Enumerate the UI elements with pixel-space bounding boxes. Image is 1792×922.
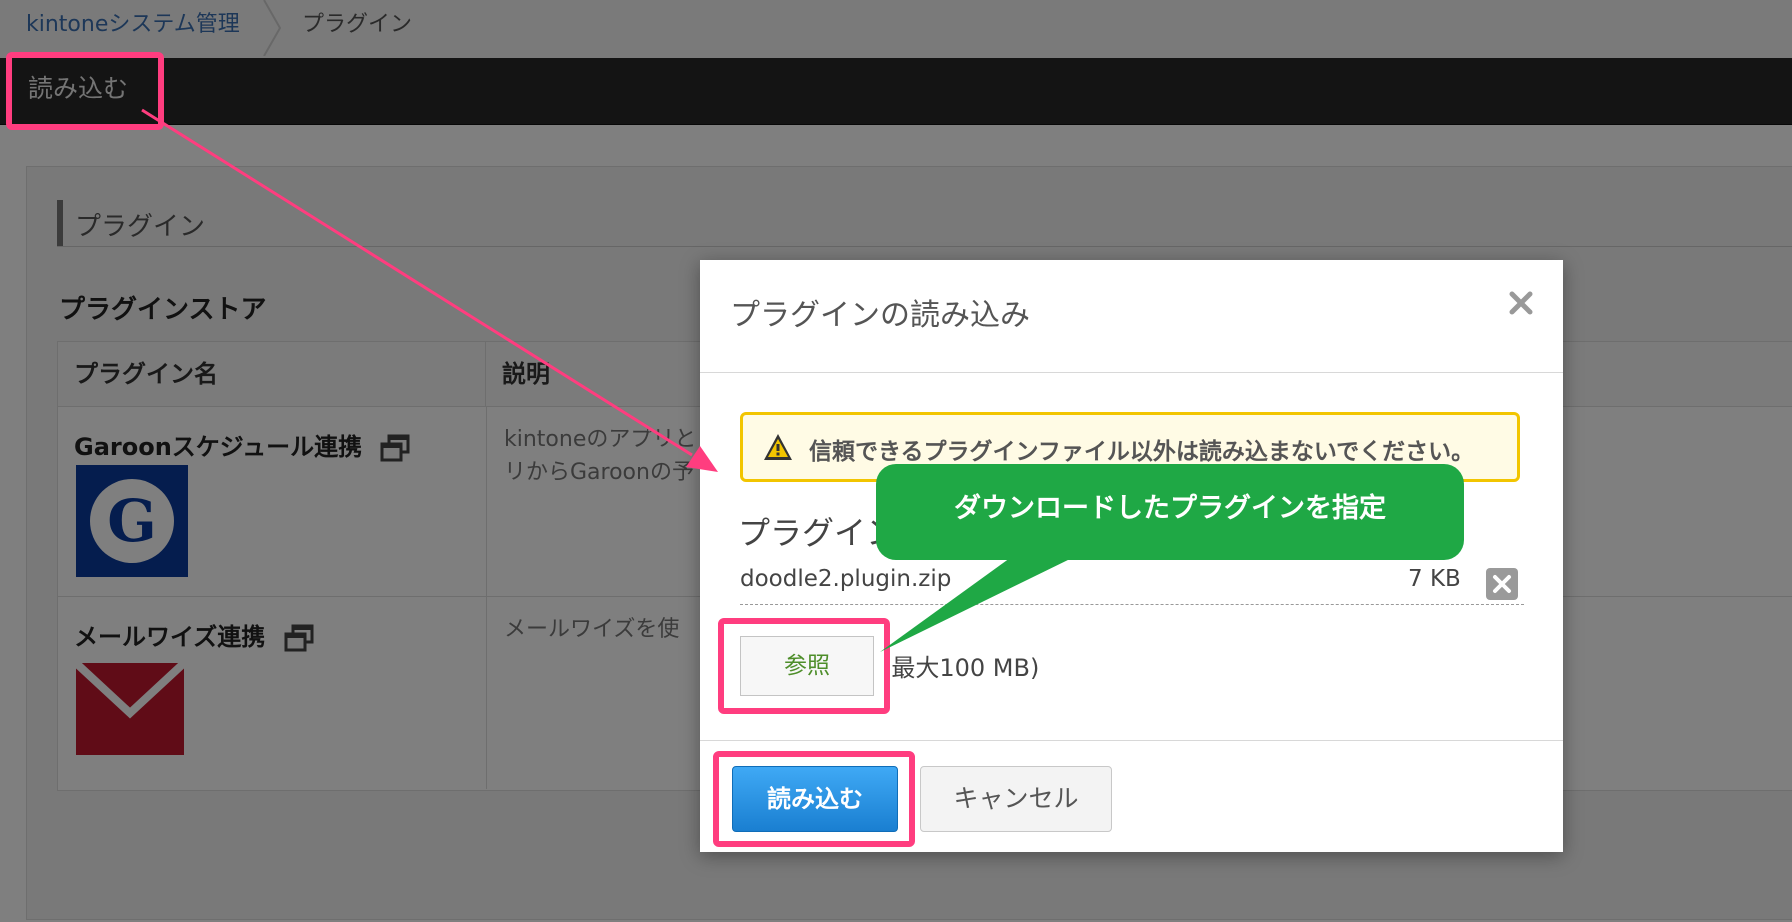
remove-file-icon[interactable]	[1486, 568, 1518, 600]
file-size: 7 KB	[1408, 566, 1461, 592]
page: kintoneシステム管理 プラグイン 読み込む プラグイン プラグインストア …	[0, 0, 1792, 922]
dialog-title: プラグインの読み込み	[730, 298, 1030, 333]
selected-file-row: doodle2.plugin.zip 7 KB	[740, 560, 1524, 605]
warning-icon	[764, 434, 792, 460]
highlight-toolbar-import	[6, 52, 164, 130]
divider	[700, 740, 1563, 741]
callout-bubble: ダウンロードしたプラグインを指定	[876, 464, 1464, 560]
close-icon[interactable]	[1508, 290, 1534, 316]
divider	[700, 372, 1563, 373]
highlight-browse-button	[718, 618, 890, 714]
file-section-heading: プラグイン	[738, 514, 899, 552]
file-name: doodle2.plugin.zip	[740, 566, 952, 592]
max-size-note: (最大100 MB)	[882, 654, 1040, 682]
cancel-button[interactable]: キャンセル	[920, 766, 1112, 832]
warning-text: 信頼できるプラグインファイル以外は読み込まないでください。	[809, 439, 1475, 465]
highlight-import-button	[713, 751, 915, 847]
